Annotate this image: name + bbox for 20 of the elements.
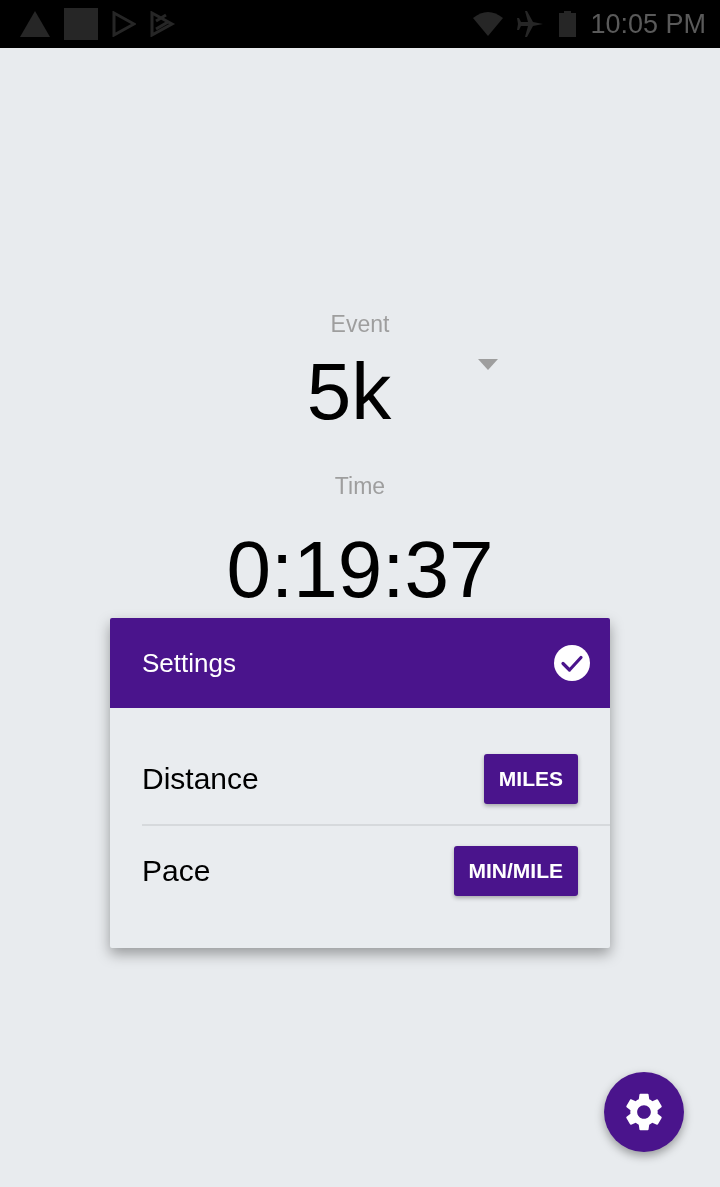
unit-button[interactable]: MIN/MILE (453, 846, 578, 896)
dropdown-caret-icon (478, 359, 498, 370)
square-icon (64, 8, 98, 40)
setting-label: Pace (142, 853, 211, 889)
wifi-icon (473, 12, 504, 36)
dialog-title: Settings (142, 647, 236, 679)
setting-label: Distance (142, 761, 259, 797)
battery-icon (559, 11, 577, 37)
warning-icon (20, 11, 50, 37)
check-circle-icon[interactable] (554, 645, 590, 681)
time-value[interactable]: 0:19:37 (226, 530, 494, 610)
play-lines-icon (150, 11, 176, 37)
field-label: Time (334, 472, 386, 500)
play-icon (112, 11, 136, 37)
settings-button[interactable] (604, 1072, 684, 1152)
field-label: Event (330, 310, 390, 338)
event-select[interactable]: 5k (210, 352, 510, 432)
status-time: 10:05 PM (590, 9, 706, 39)
unit-button[interactable]: MILES (483, 754, 578, 804)
settings-icon (625, 1093, 663, 1131)
